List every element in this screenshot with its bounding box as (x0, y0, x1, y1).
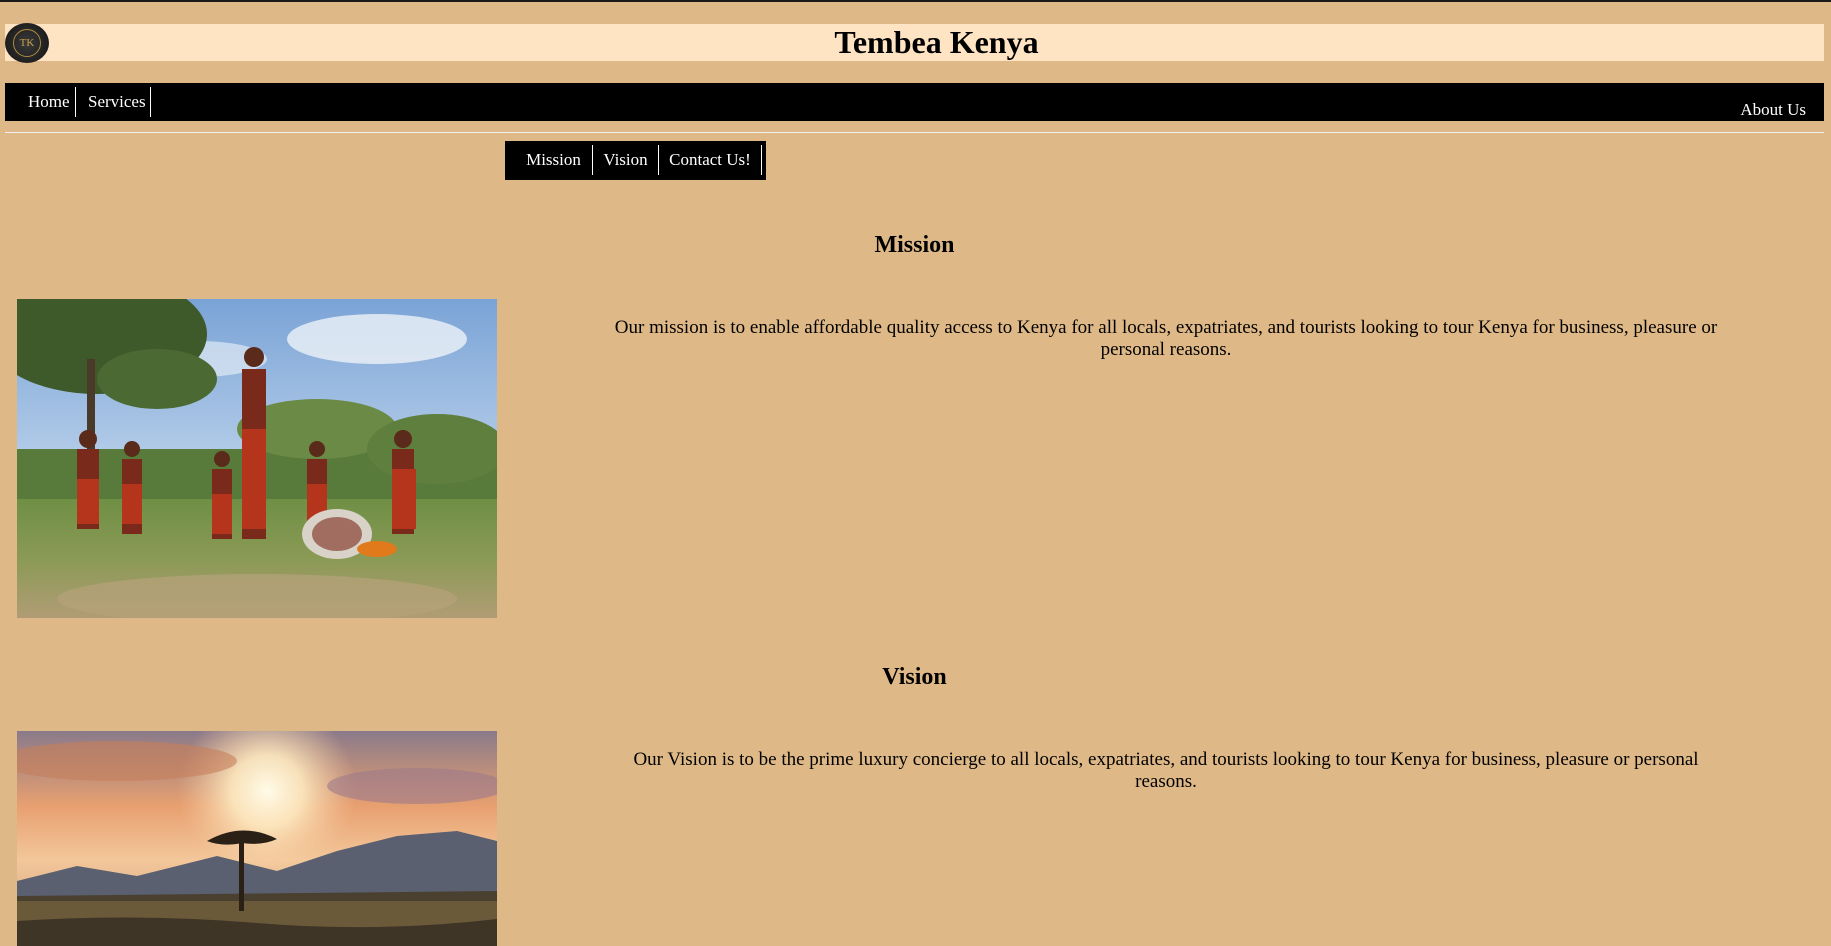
section-nav-contact-link[interactable]: Contact Us! (659, 145, 762, 175)
section-nav-vision-link[interactable]: Vision (593, 145, 659, 175)
mission-text: Our mission is to enable affordable qual… (614, 317, 1718, 360)
mission-heading: Mission (874, 232, 955, 258)
main-nav: Home Services About Us (5, 83, 1824, 121)
mission-photo (17, 299, 497, 618)
vision-text: Our Vision is to be the prime luxury con… (633, 749, 1699, 792)
nav-about-us-link[interactable]: About Us (1740, 100, 1806, 120)
vision-heading: Vision (882, 664, 947, 690)
section-nav: Mission Vision Contact Us! (505, 141, 766, 180)
nav-home-link[interactable]: Home (23, 87, 76, 117)
vision-photo (17, 731, 497, 946)
nav-services-link[interactable]: Services (76, 87, 151, 117)
section-nav-mission-link[interactable]: Mission (515, 145, 593, 175)
page-title: Tembea Kenya (834, 24, 1039, 60)
divider (5, 132, 1824, 133)
